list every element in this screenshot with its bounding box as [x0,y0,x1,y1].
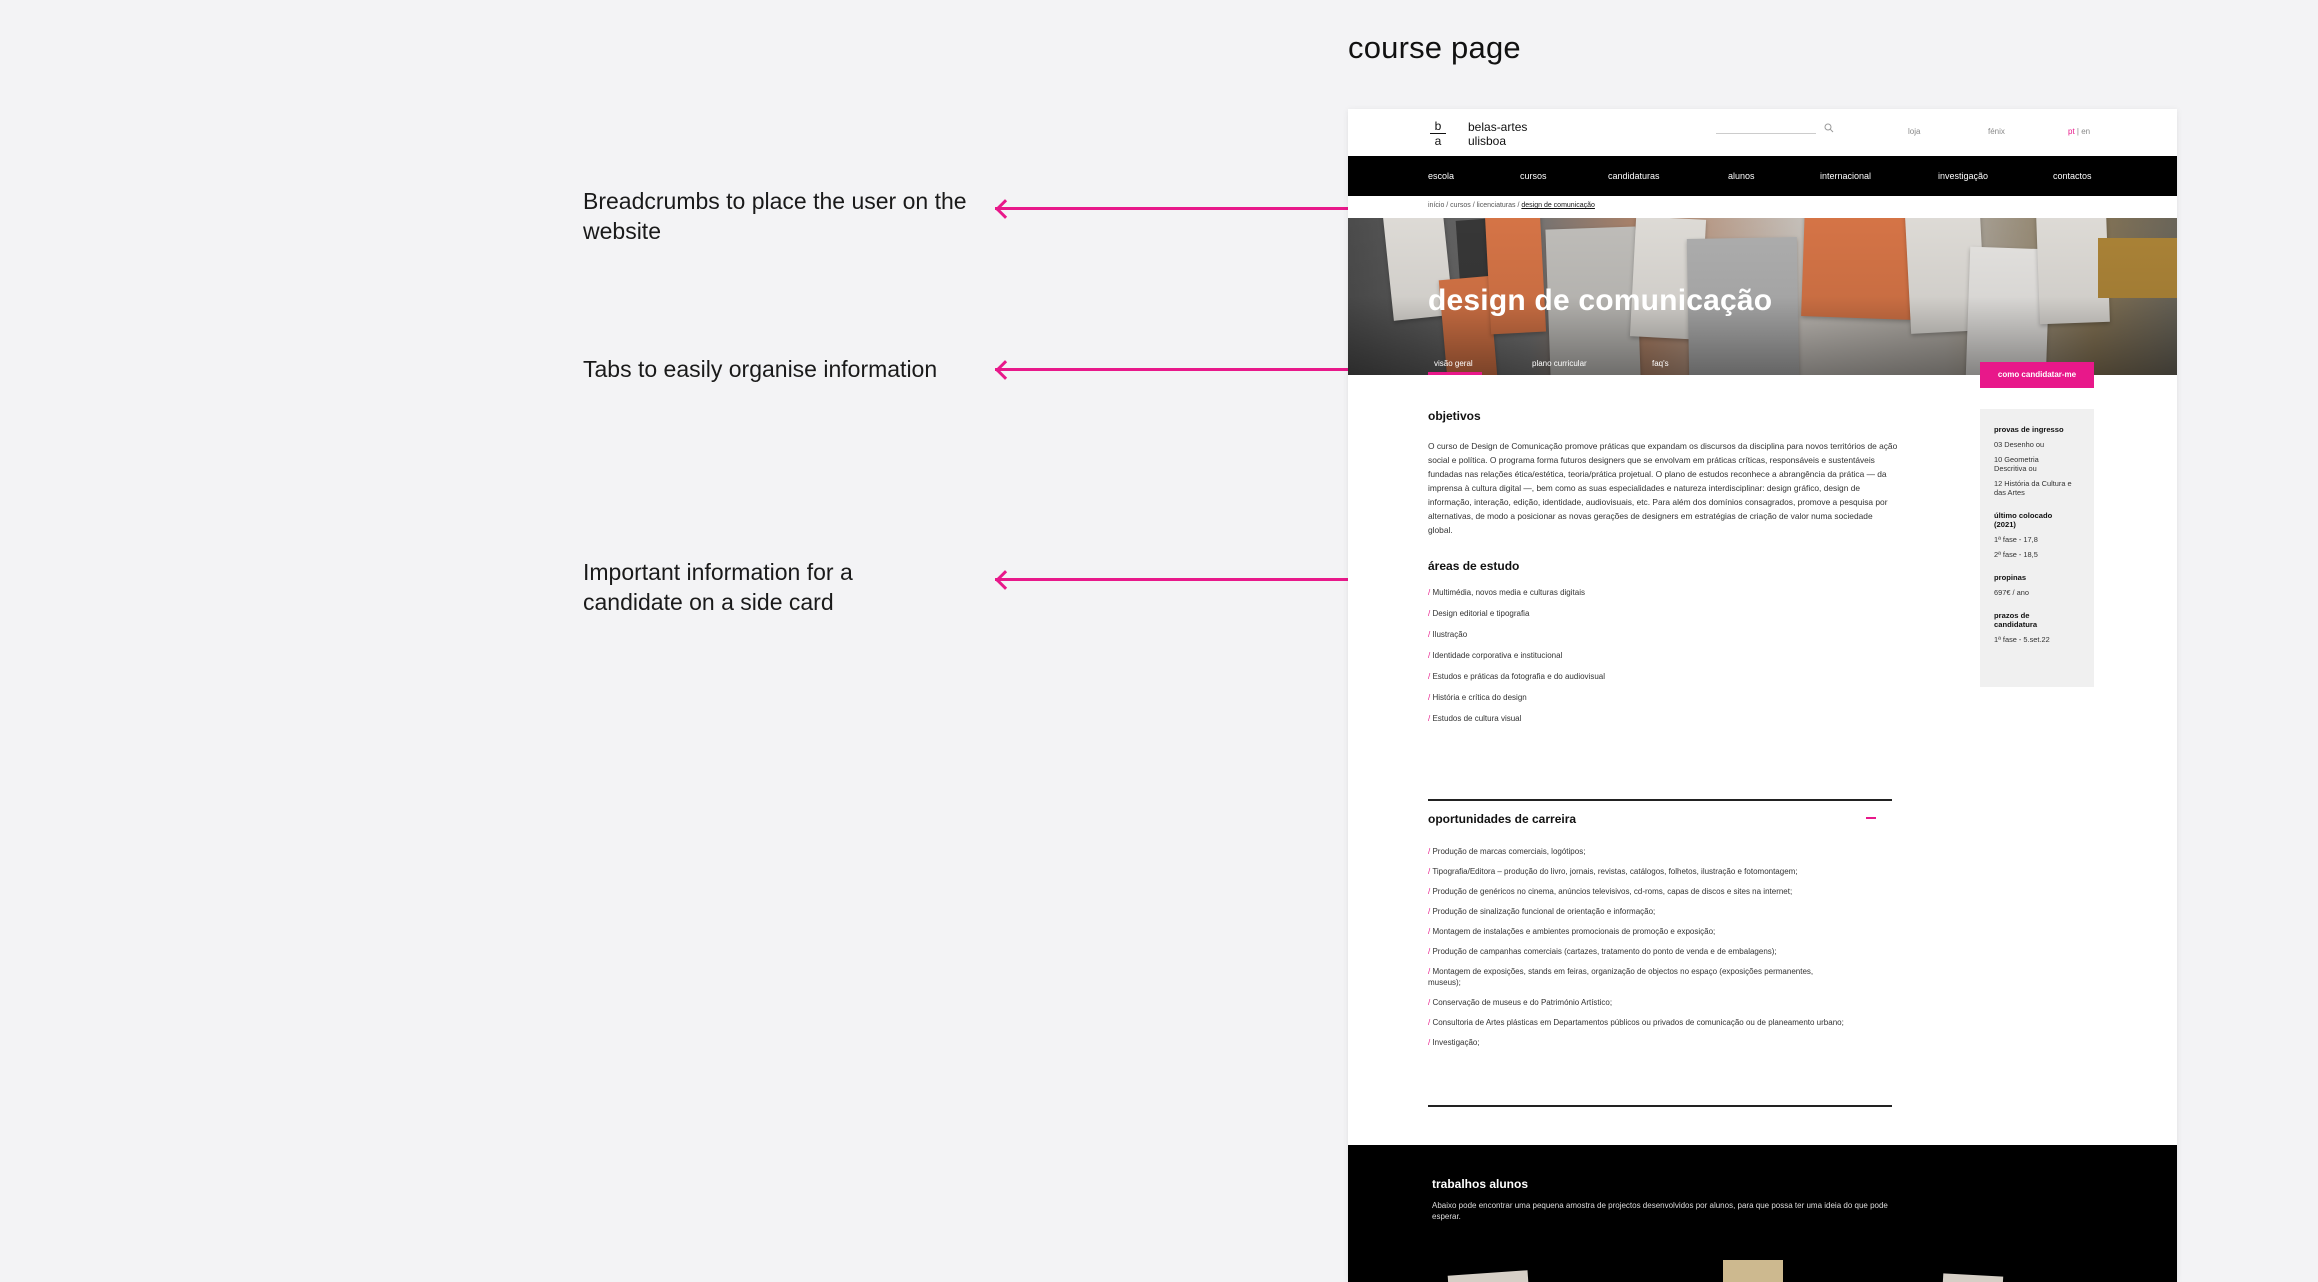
divider [1428,1105,1892,1107]
candidate-info-card: provas de ingresso 03 Desenho ou 10 Geom… [1980,409,2094,687]
student-work-thumbnail[interactable] [1723,1260,1783,1282]
main-content: objetivos O curso de Design de Comunicaç… [1428,409,1898,724]
annotation-side-card: Important information for a candidate on… [583,559,853,615]
website-mockup: b a belas-artes ulisboa loja fénix pt | … [1348,109,2177,1282]
nav-cursos[interactable]: cursos [1520,171,1547,181]
arrow-icon [995,570,1015,590]
list-item: / Identidade corporativa e institucional [1428,651,1563,660]
breadcrumb: início / cursos / licenciaturas / design… [1428,202,1595,209]
course-title: design de comunicação [1428,284,1773,317]
divider [1428,799,1892,801]
card-label-ultimo: último colocado (2021) [1994,511,2053,529]
arrow-icon [995,199,1015,219]
list-item: / Montagem de exposições, stands em feir… [1428,967,1814,987]
search-icon[interactable] [1824,123,1834,133]
logo[interactable]: b a [1428,119,1448,148]
breadcrumb-path[interactable]: início / cursos / licenciaturas / [1428,202,1521,209]
card-value: 03 Desenho ou [1994,440,2045,449]
section-heading-trabalhos: trabalhos alunos [1432,1177,1529,1191]
search-input[interactable] [1716,133,1816,134]
tab-faqs[interactable]: faq's [1652,359,1669,368]
nav-investigacao[interactable]: investigação [1938,171,1988,181]
link-loja[interactable]: loja [1908,127,1920,136]
card-label-propinas: propinas [1994,573,2027,582]
annotation-line [995,207,1398,210]
list-item: / Produção de campanhas comerciais (cart… [1428,947,1777,956]
main-nav: escola cursos candidaturas alunos intern… [1348,156,2177,196]
lang-pt[interactable]: pt [2068,127,2075,136]
card-value: 1ª fase - 17,8 [1994,535,2038,544]
list-item: / Montagem de instalações e ambientes pr… [1428,927,1716,936]
section-heading-areas: áreas de estudo [1428,559,1520,573]
list-item: / Consultoria de Artes plásticas em Depa… [1428,1018,1844,1027]
page-title: course page [1348,30,1521,65]
lang-separator: | [2076,127,2079,136]
list-item: / Estudos e práticas da fotografia e do … [1428,672,1606,681]
card-value: 2ª fase - 18,5 [1994,550,2038,559]
annotation-breadcrumbs: Breadcrumbs to place the user on the web… [583,188,967,244]
list-item: / Produção de genéricos no cinema, anúnc… [1428,887,1793,896]
card-label-provas: provas de ingresso [1994,425,2064,434]
nav-internacional[interactable]: internacional [1820,171,1871,181]
annotation-line [995,368,1398,371]
list-item: / Conservação de museus e do Património … [1428,998,1613,1007]
logo-letter-b: b [1434,119,1442,133]
list-item: / Produção de sinalização funcional de o… [1428,907,1656,916]
carreira-list: / Produção de marcas comerciais, logótip… [1428,846,1848,1048]
list-item: / História e crítica do design [1428,693,1527,702]
active-tab-indicator [1428,372,1482,375]
brand-name[interactable]: belas-artes ulisboa [1468,120,1527,148]
card-label-prazos: prazos de candidatura [1994,611,2038,629]
list-item: / Ilustração [1428,630,1468,639]
link-fenix[interactable]: fénix [1988,127,2005,136]
top-bar: b a belas-artes ulisboa loja fénix pt | … [1348,109,2177,156]
list-item: / Investigação; [1428,1038,1480,1047]
apply-button[interactable]: como candidatar-me [1980,362,2094,388]
card-value: 697€ / ano [1994,588,2029,597]
tab-visao-geral[interactable]: visão geral [1434,359,1473,368]
tab-plano-curricular[interactable]: plano curricular [1532,359,1587,368]
section-heading-objetivos: objetivos [1428,409,1481,423]
list-item: / Estudos de cultura visual [1428,714,1522,723]
objetivos-text: O curso de Design de Comunicação promove… [1428,441,1898,535]
student-work-thumbnail[interactable] [1447,1270,1529,1282]
student-work-thumbnail[interactable] [1942,1273,2004,1282]
logo-letter-a: a [1434,134,1442,148]
hero-banner: design de comunicação visão geral plano … [1348,218,2177,375]
lang-en[interactable]: en [2081,127,2090,136]
annotation-tabs: Tabs to easily organise information [583,356,938,382]
nav-alunos[interactable]: alunos [1728,171,1755,181]
list-item: / Design editorial e tipografia [1428,609,1530,618]
card-value: 10 Geometria Descritiva ou [1994,455,2039,473]
section-heading-carreira[interactable]: oportunidades de carreira [1428,812,1576,826]
brand-line-2: ulisboa [1468,134,1507,148]
breadcrumb-current: design de comunicação [1521,202,1595,209]
areas-list: / Multimédia, novos media e culturas dig… [1428,587,1898,724]
list-item: / Produção de marcas comerciais, logótip… [1428,847,1586,856]
nav-escola[interactable]: escola [1428,171,1454,181]
student-work-section: trabalhos alunos Abaixo pode encontrar u… [1348,1145,2177,1282]
arrow-icon [995,360,1015,380]
collapse-icon[interactable] [1866,817,1876,819]
language-switcher: pt | en [2068,127,2090,136]
nav-contactos[interactable]: contactos [2053,171,2092,181]
list-item: / Tipografia/Editora – produção do livro… [1428,867,1798,876]
nav-candidaturas[interactable]: candidaturas [1608,171,1660,181]
card-value: 1ª fase - 5.set.22 [1994,635,2050,644]
card-value: 12 História da Cultura e das Artes [1994,479,2072,497]
brand-line-1: belas-artes [1468,120,1528,134]
trabalhos-text: Abaixo pode encontrar uma pequena amostr… [1432,1201,1888,1221]
list-item: / Multimédia, novos media e culturas dig… [1428,588,1585,597]
